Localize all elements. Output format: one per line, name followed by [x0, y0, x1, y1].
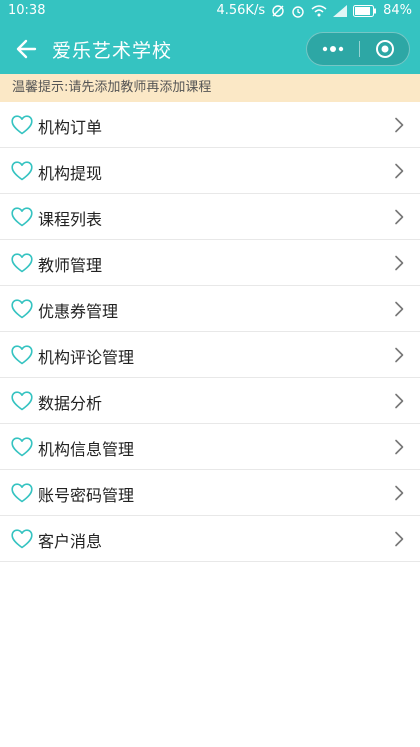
arrow-left-icon [16, 39, 37, 59]
more-button[interactable] [307, 33, 359, 65]
heart-outline-icon [11, 391, 33, 411]
menu-item-label: 客户消息 [38, 532, 103, 551]
heart-outline-icon [11, 299, 33, 319]
chevron-right-icon [395, 117, 404, 133]
menu-item[interactable]: 课程列表 [0, 194, 420, 240]
app-header: 10:38 4.56K/s 84% 爱乐艺术学校 [0, 0, 420, 74]
menu-list: 机构订单机构提现课程列表教师管理优惠券管理机构评论管理 数据分析机构信息管理 账号密… [0, 102, 420, 562]
page-title: 爱乐艺术学校 [52, 40, 173, 62]
menu-item[interactable]: 账号密码管理 [0, 470, 420, 516]
menu-item-label: 机构订单 [38, 118, 103, 137]
status-time: 10:38 [8, 3, 46, 18]
back-button[interactable] [14, 36, 40, 62]
chevron-right-icon [395, 439, 404, 455]
menu-item-label: 机构信息管理 [38, 440, 135, 459]
menu-item[interactable]: 机构订单 [0, 102, 420, 148]
heart-outline-icon [11, 529, 33, 549]
menu-item-label: 数据分析 [38, 394, 103, 413]
battery-icon [353, 4, 377, 17]
status-indicators: 4.56K/s 84% [216, 3, 412, 18]
heart-outline-icon [11, 345, 33, 365]
close-mini-program-button[interactable] [360, 33, 410, 65]
menu-item[interactable]: 机构提现 [0, 148, 420, 194]
chevron-right-icon [395, 255, 404, 271]
menu-item[interactable]: 客户消息 [0, 516, 420, 562]
heart-outline-icon [11, 483, 33, 503]
chevron-right-icon [395, 209, 404, 225]
chevron-right-icon [395, 393, 404, 409]
menu-item-label: 账号密码管理 [38, 486, 135, 505]
mini-program-capsule [306, 32, 410, 66]
heart-outline-icon [11, 115, 33, 135]
wifi-icon [311, 4, 327, 17]
more-dots-icon [322, 46, 344, 52]
menu-item-label: 机构提现 [38, 164, 103, 183]
network-speed: 4.56K/s [216, 3, 266, 18]
menu-item-label: 教师管理 [38, 256, 103, 275]
signal-icon [333, 4, 348, 17]
menu-item[interactable]: 教师管理 [0, 240, 420, 286]
chevron-right-icon [395, 347, 404, 363]
heart-outline-icon [11, 161, 33, 181]
sync-icon [271, 4, 285, 18]
battery-percent: 84% [383, 3, 412, 18]
menu-item[interactable]: 机构评论管理 [0, 332, 420, 378]
menu-item-label: 课程列表 [38, 210, 103, 229]
tip-banner: 温馨提示:请先添加教师再添加课程 [0, 74, 420, 102]
menu-item-label: 优惠券管理 [38, 302, 119, 321]
navigation-bar: 爱乐艺术学校 [0, 24, 420, 74]
menu-item[interactable]: 数据分析 [0, 378, 420, 424]
heart-outline-icon [11, 253, 33, 273]
heart-outline-icon [11, 207, 33, 227]
menu-item-label: 机构评论管理 [38, 348, 135, 367]
menu-item[interactable]: 机构信息管理 [0, 424, 420, 470]
heart-outline-icon [11, 437, 33, 457]
menu-item[interactable]: 优惠券管理 [0, 286, 420, 332]
status-bar: 10:38 4.56K/s 84% [0, 0, 420, 24]
chevron-right-icon [395, 301, 404, 317]
record-circle-icon [376, 40, 394, 58]
chevron-right-icon [395, 485, 404, 501]
chevron-right-icon [395, 531, 404, 547]
chevron-right-icon [395, 163, 404, 179]
alarm-icon [291, 4, 305, 18]
